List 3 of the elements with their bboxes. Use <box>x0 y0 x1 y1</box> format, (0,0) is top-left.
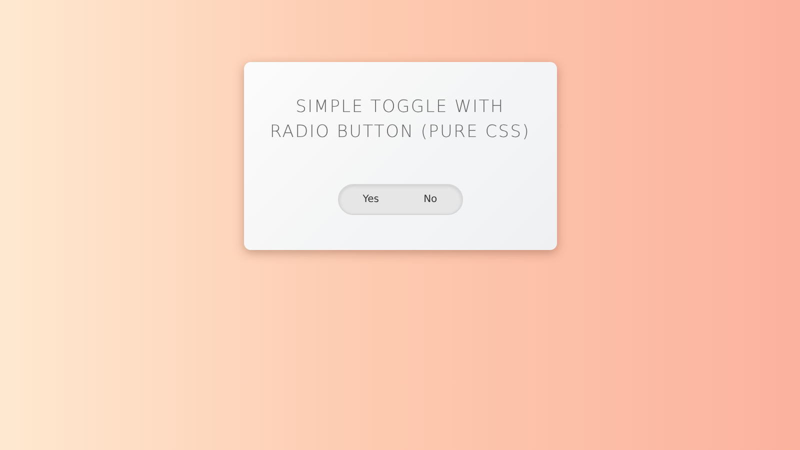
card-title: SIMPLE TOGGLE WITH RADIO BUTTON (PURE CSS) <box>270 96 530 144</box>
toggle-option[interactable]: No <box>412 190 450 209</box>
toggle-option[interactable]: Yes <box>350 190 391 209</box>
